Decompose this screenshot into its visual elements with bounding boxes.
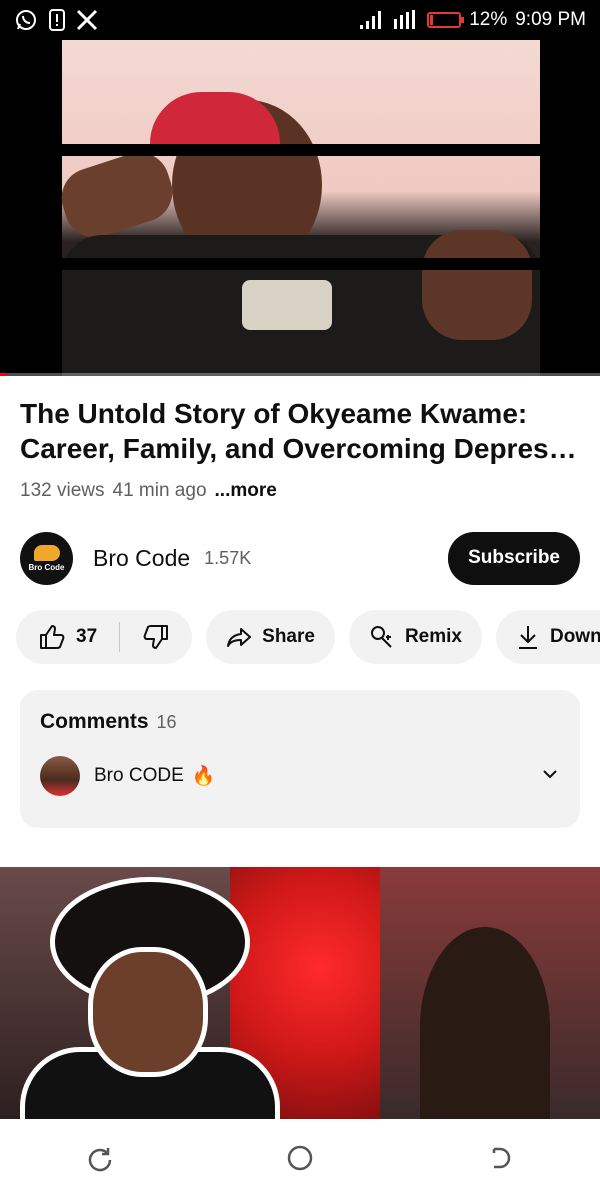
video-subject-arm — [53, 144, 181, 246]
top-comment[interactable]: Bro CODE 🔥 — [40, 756, 560, 796]
next-video-thumbnail[interactable] — [0, 867, 600, 1119]
remix-icon — [369, 624, 395, 650]
download-button[interactable]: Download — [495, 610, 600, 664]
home-button[interactable] — [270, 1130, 330, 1190]
video-stripe — [0, 144, 600, 156]
navigation-bar — [0, 1120, 600, 1200]
video-meta[interactable]: 132 views 41 min ago ...more — [20, 480, 277, 502]
share-label: Share — [262, 626, 315, 647]
chevron-down-icon[interactable] — [540, 764, 560, 789]
channel-avatar[interactable]: Bro Code — [20, 531, 73, 585]
progress-fill — [0, 373, 6, 376]
status-left — [14, 8, 98, 32]
download-label: Download — [549, 626, 600, 647]
remix-button[interactable]: Remix — [348, 610, 482, 664]
remix-label: Remix — [404, 626, 462, 647]
more-link[interactable]: ...more — [215, 480, 277, 502]
commenter-avatar — [40, 756, 80, 796]
channel-row: Bro Code Bro Code 1.57K Subscribe — [20, 531, 580, 585]
comments-count: 16 — [156, 712, 177, 732]
action-bar: 37 Share Remix Download — [16, 610, 600, 665]
comments-section[interactable]: Comments 16 Bro CODE 🔥 — [20, 690, 580, 828]
video-title-line1: The Untold Story of Okyeame Kwame: — [20, 398, 528, 429]
back-icon — [486, 1144, 514, 1177]
comments-header: Comments 16 — [40, 710, 560, 734]
like-button[interactable]: 37 — [38, 623, 97, 651]
video-stripe — [0, 258, 600, 270]
view-count: 132 views — [20, 480, 105, 501]
status-bar: 12% 9:09 PM — [0, 0, 600, 40]
video-player[interactable] — [0, 40, 600, 376]
channel-logo-text: Bro Code — [28, 562, 65, 572]
video-title[interactable]: The Untold Story of Okyeame Kwame: Caree… — [20, 396, 584, 466]
share-icon — [226, 625, 252, 649]
battery-icon — [427, 12, 465, 28]
x-icon — [76, 9, 98, 31]
back-button[interactable] — [470, 1130, 530, 1190]
recent-apps-button[interactable] — [70, 1130, 130, 1190]
like-count: 37 — [76, 626, 98, 647]
signal-icon — [359, 10, 385, 30]
clock: 9:09 PM — [515, 9, 586, 30]
like-divider — [119, 622, 121, 652]
whatsapp-icon — [14, 8, 38, 32]
dislike-button[interactable] — [142, 623, 170, 651]
comment-text: 🔥 — [191, 766, 216, 787]
channel-name[interactable]: Bro Code — [93, 545, 190, 572]
share-button[interactable]: Share — [206, 610, 335, 664]
battery-percent: 12% — [469, 9, 508, 30]
status-right: 12% 9:09 PM — [359, 9, 586, 31]
download-icon — [516, 624, 540, 650]
thumbnail-face — [88, 947, 208, 1077]
thumbnail-second-person — [420, 927, 550, 1119]
upload-age: 41 min ago — [112, 480, 207, 501]
progress-track[interactable] — [0, 373, 600, 376]
battery-level-fill — [430, 15, 434, 25]
thumbs-up-icon — [38, 623, 66, 651]
alert-icon — [48, 8, 66, 32]
subscribe-button[interactable]: Subscribe — [448, 531, 580, 585]
subscriber-count: 1.57K — [204, 547, 252, 568]
recent-apps-icon — [86, 1144, 114, 1177]
comment-author: Bro CODE — [94, 765, 184, 786]
video-subject-arm-right — [422, 230, 532, 340]
signal-4g-icon — [393, 9, 419, 31]
video-frame — [53, 40, 540, 376]
video-subject-shirt-print — [242, 280, 332, 330]
comments-title: Comments — [40, 710, 149, 733]
home-icon — [285, 1143, 315, 1178]
like-dislike-pill: 37 — [16, 610, 193, 664]
video-title-line2: Career, Family, and Overcoming Depress… — [20, 433, 584, 464]
thumbs-down-icon — [142, 623, 170, 651]
channel-logo-icon — [33, 544, 60, 561]
